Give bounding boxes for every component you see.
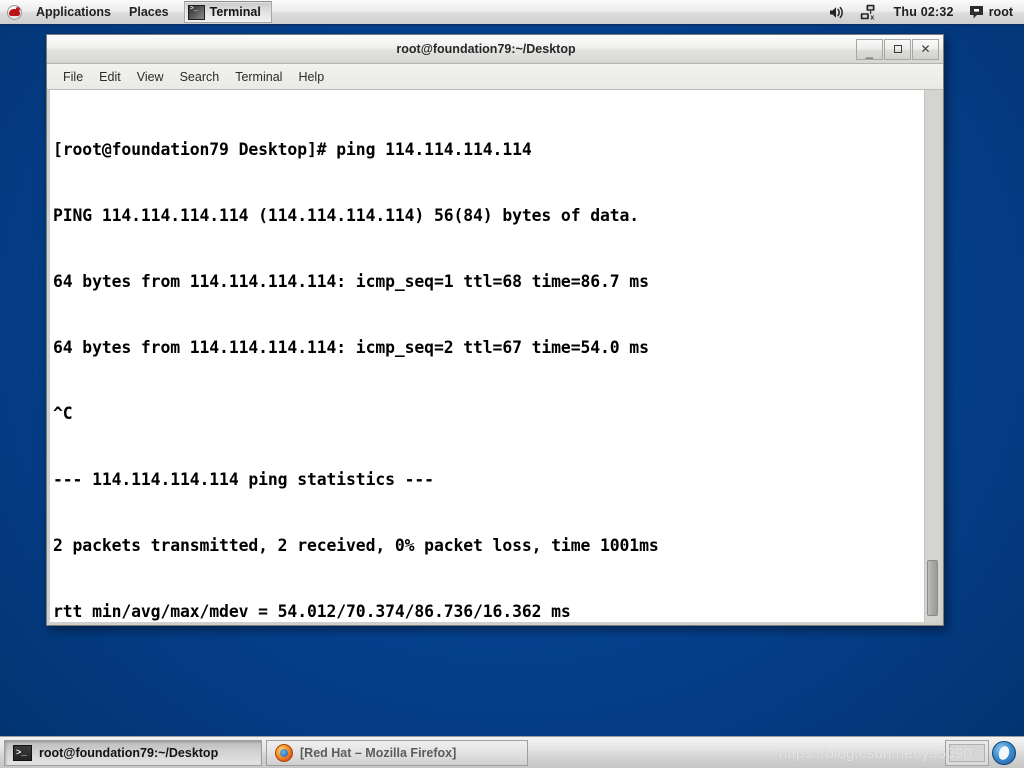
menu-help[interactable]: Help <box>290 68 332 86</box>
terminal-scrollbar[interactable] <box>924 90 940 622</box>
workspace-switcher[interactable] <box>945 739 989 766</box>
terminal-window[interactable]: root@foundation79:~/Desktop _ ✕ File Edi… <box>46 34 944 626</box>
network-disconnected-icon[interactable]: x <box>857 0 882 24</box>
menu-view[interactable]: View <box>129 68 172 86</box>
volume-speaker-icon[interactable] <box>825 0 848 24</box>
terminal-body[interactable]: [root@foundation79 Desktop]# ping 114.11… <box>47 90 943 625</box>
menu-search[interactable]: Search <box>172 68 228 86</box>
taskbar-item-label: root@foundation79:~/Desktop <box>39 745 219 760</box>
terminal-icon: >_ <box>187 4 205 20</box>
terminal-line: PING 114.114.114.114 (114.114.114.114) 5… <box>53 206 640 225</box>
user-label: root <box>988 5 1013 19</box>
terminal-line: [root@foundation79 Desktop]# ping 114.11… <box>53 140 532 159</box>
terminal-output[interactable]: [root@foundation79 Desktop]# ping 114.11… <box>50 90 924 622</box>
minimize-icon: _ <box>865 43 874 59</box>
terminal-line: 64 bytes from 114.114.114.114: icmp_seq=… <box>53 272 649 291</box>
close-icon: ✕ <box>920 42 931 56</box>
minimize-button[interactable]: _ <box>856 38 883 60</box>
workspace-1[interactable] <box>949 743 985 762</box>
bottom-panel: root@foundation79:~/Desktop [Red Hat – M… <box>0 736 1024 768</box>
terminal-line: 2 packets transmitted, 2 received, 0% pa… <box>53 536 659 555</box>
panel-task-label: Terminal <box>209 5 261 19</box>
taskbar-item-firefox[interactable]: [Red Hat – Mozilla Firefox] <box>266 739 528 766</box>
terminal-line: rtt min/avg/max/mdev = 54.012/70.374/86.… <box>53 602 571 621</box>
terminal-line: ^C <box>53 404 73 423</box>
menubar: File Edit View Search Terminal Help <box>47 64 943 90</box>
taskbar-item-label: [Red Hat – Mozilla Firefox] <box>300 745 457 760</box>
window-controls: _ ✕ <box>855 38 939 60</box>
terminal-line: --- 114.114.114.114 ping statistics --- <box>53 470 434 489</box>
panel-status-area: x Thu 02:32 root <box>825 0 1024 24</box>
maximize-icon <box>893 45 902 53</box>
svg-text:x: x <box>870 14 874 20</box>
terminal-icon <box>13 744 32 761</box>
window-titlebar[interactable]: root@foundation79:~/Desktop _ ✕ <box>47 35 943 64</box>
firefox-tray-icon[interactable] <box>992 740 1016 765</box>
menu-file[interactable]: File <box>55 68 91 86</box>
menu-terminal[interactable]: Terminal <box>227 68 290 86</box>
places-menu[interactable]: Places <box>120 0 178 24</box>
user-indicator[interactable]: root <box>966 0 1016 24</box>
taskbar-item-terminal[interactable]: root@foundation79:~/Desktop <box>4 739 262 766</box>
scrollbar-thumb[interactable] <box>927 560 938 616</box>
clock-label: Thu 02:32 <box>893 5 954 19</box>
maximize-button[interactable] <box>884 38 911 60</box>
top-panel: Applications Places >_ Terminal x Thu 02… <box>0 0 1024 26</box>
panel-task-terminal[interactable]: >_ Terminal <box>183 1 272 23</box>
panel-window-list: >_ Terminal <box>183 1 272 23</box>
applications-menu[interactable]: Applications <box>27 0 120 24</box>
redhat-logo-icon[interactable] <box>7 4 22 20</box>
desktop: Applications Places >_ Terminal x Thu 02… <box>0 0 1024 768</box>
close-button[interactable]: ✕ <box>912 38 939 60</box>
firefox-icon <box>275 743 293 762</box>
clock[interactable]: Thu 02:32 <box>891 0 957 24</box>
window-title: root@foundation79:~/Desktop <box>396 42 576 56</box>
terminal-line: 64 bytes from 114.114.114.114: icmp_seq=… <box>53 338 649 357</box>
chat-status-icon <box>969 6 983 19</box>
menu-edit[interactable]: Edit <box>91 68 129 86</box>
